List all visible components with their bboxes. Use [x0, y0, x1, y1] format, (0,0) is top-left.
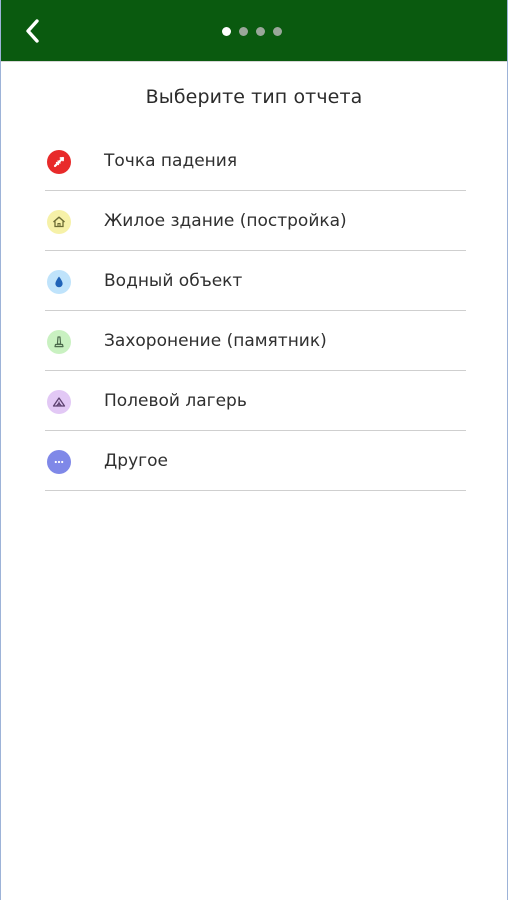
report-type-water-body[interactable]: Водный объект: [45, 251, 466, 311]
chevron-left-icon: [26, 19, 39, 43]
page-indicator-dot-4: [273, 27, 282, 36]
app-screen: Выберите тип отчета Точка падения Жилое …: [0, 0, 508, 900]
field-camp-icon: [47, 390, 71, 414]
page-indicator-dot-3: [256, 27, 265, 36]
report-type-burial-monument[interactable]: Захоронение (памятник): [45, 311, 466, 371]
report-type-other[interactable]: Другое: [45, 431, 466, 491]
report-type-residential-building[interactable]: Жилое здание (постройка): [45, 191, 466, 251]
monument-icon: [47, 330, 71, 354]
report-type-label: Другое: [104, 451, 168, 471]
house-icon: [47, 210, 71, 234]
page-indicator-dot-1: [222, 27, 231, 36]
report-type-list: Точка падения Жилое здание (постройка) В…: [45, 131, 466, 491]
report-type-label: Точка падения: [104, 151, 238, 171]
top-app-bar: [1, 0, 507, 62]
page-title: Выберите тип отчета: [145, 86, 363, 108]
report-type-label: Жилое здание (постройка): [104, 211, 347, 231]
crash-point-icon: [47, 150, 71, 174]
page-indicator-dot-2: [239, 27, 248, 36]
water-drop-icon: [47, 270, 71, 294]
report-type-label: Захоронение (памятник): [104, 331, 327, 351]
more-icon: [47, 450, 71, 474]
report-type-label: Водный объект: [104, 271, 243, 291]
report-type-label: Полевой лагерь: [104, 391, 247, 411]
back-button[interactable]: [17, 15, 49, 47]
report-type-crash-point[interactable]: Точка падения: [45, 131, 466, 191]
page-indicator: [222, 27, 282, 37]
report-type-field-camp[interactable]: Полевой лагерь: [45, 371, 466, 431]
